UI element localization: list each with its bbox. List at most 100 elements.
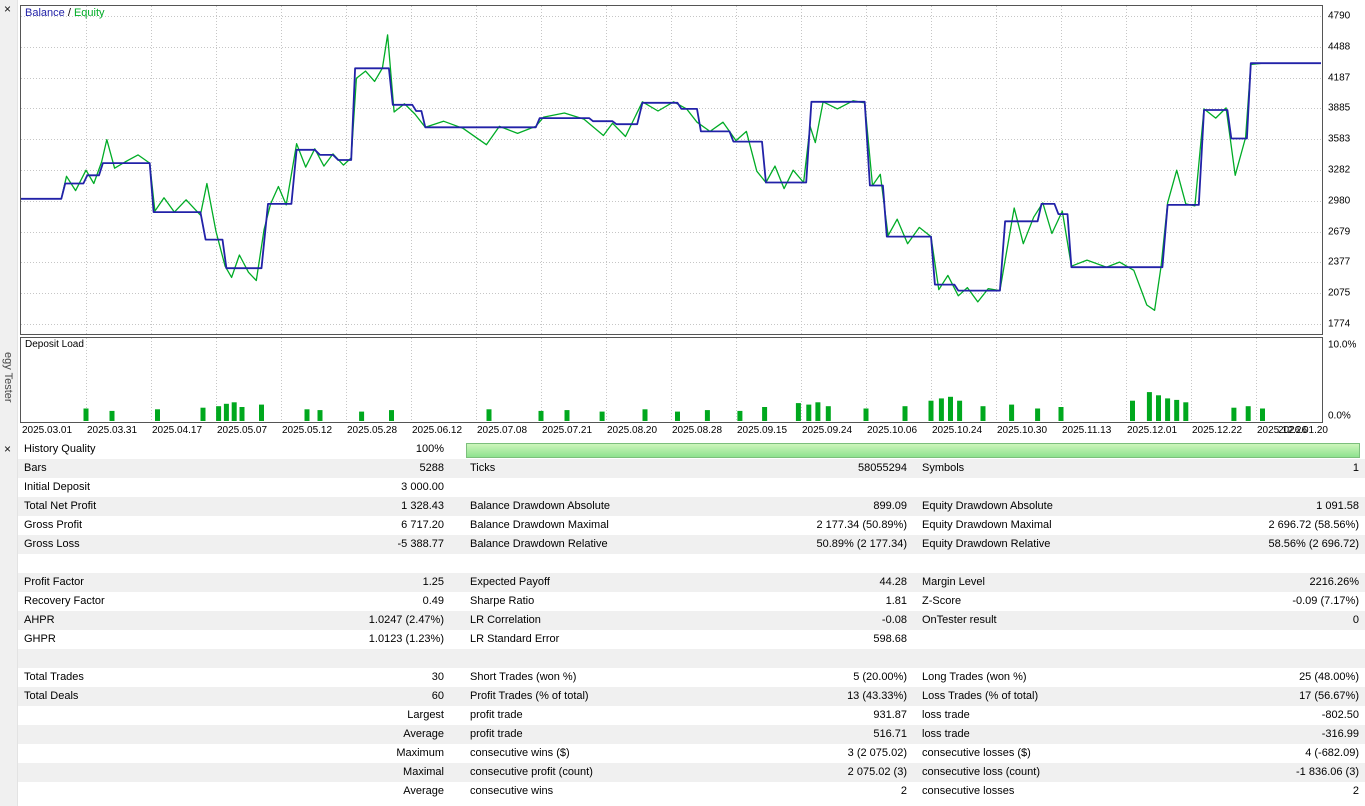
- stats-row: Maximumconsecutive wins ($)3 (2 075.02)c…: [18, 744, 1365, 763]
- stats-label: consecutive losses: [922, 782, 1187, 801]
- history-quality-progress-bar: [466, 443, 1360, 458]
- stats-label: Initial Deposit: [18, 478, 269, 497]
- stats-label: [18, 725, 269, 744]
- date-axis-label: 2025.03.31: [87, 425, 137, 436]
- stats-row: Initial Deposit3 000.00: [18, 478, 1365, 497]
- date-axis-label: 2025.04.17: [152, 425, 202, 436]
- stats-label: [922, 649, 1187, 668]
- stats-label: [18, 782, 269, 801]
- stats-value: 30: [269, 668, 444, 687]
- stats-value: 100%: [269, 440, 444, 459]
- stats-value: [269, 554, 444, 573]
- balance-equity-chart[interactable]: Balance / Equity: [20, 5, 1323, 335]
- stats-value: [1187, 630, 1365, 649]
- deposit-load-chart[interactable]: Deposit Load: [20, 337, 1323, 423]
- stats-value: 58055294: [730, 459, 907, 478]
- stats-value: -5 388.77: [269, 535, 444, 554]
- stats-value: 5 (20.00%): [730, 668, 907, 687]
- stats-value: 6 717.20: [269, 516, 444, 535]
- stats-row: Maximalconsecutive profit (count)2 075.0…: [18, 763, 1365, 782]
- stats-label: loss trade: [922, 706, 1187, 725]
- stats-value: 3 000.00: [269, 478, 444, 497]
- deposit-load-label: Deposit Load: [25, 339, 84, 350]
- stats-value: [1187, 478, 1365, 497]
- stats-value: Average: [269, 782, 444, 801]
- stats-label: consecutive loss (count): [922, 763, 1187, 782]
- price-axis-label: 2075: [1328, 288, 1350, 299]
- balance-legend-label: Balance: [25, 7, 65, 19]
- stats-label: [18, 706, 269, 725]
- stats-label: Z-Score: [922, 592, 1187, 611]
- stats-label: Sharpe Ratio: [470, 592, 730, 611]
- stats-value: 899.09: [730, 497, 907, 516]
- deposit-load-axis: 10.0%0.0%: [1323, 337, 1365, 423]
- stats-label: GHPR: [18, 630, 269, 649]
- stats-label: Total Trades: [18, 668, 269, 687]
- stats-table: History Quality100%Bars5288Ticks58055294…: [18, 440, 1365, 806]
- date-axis-label: 2025.03.01: [22, 425, 72, 436]
- stats-value: -0.09 (7.17%): [1187, 592, 1365, 611]
- stats-row: AHPR1.0247 (2.47%)LR Correlation-0.08OnT…: [18, 611, 1365, 630]
- stats-row: Total Trades30 Short Trades (won %)5 (20.…: [18, 668, 1365, 687]
- stats-value: [1187, 554, 1365, 573]
- date-axis-label: 2025.12.01: [1127, 425, 1177, 436]
- stats-row: History Quality100%: [18, 440, 1365, 459]
- stats-value: 0.49: [269, 592, 444, 611]
- stats-label: Ticks: [470, 459, 730, 478]
- strategy-tester-tab-label[interactable]: egy Tester: [2, 352, 14, 403]
- price-axis-label: 4187: [1328, 72, 1350, 83]
- stats-label: Total Net Profit: [18, 497, 269, 516]
- panel-close-button[interactable]: ×: [4, 3, 11, 15]
- stats-label: consecutive losses ($): [922, 744, 1187, 763]
- stats-label: LR Standard Error: [470, 630, 730, 649]
- stats-label: Equity Drawdown Maximal: [922, 516, 1187, 535]
- stats-label: Loss Trades (% of total): [922, 687, 1187, 706]
- date-axis-label: 2025.05.28: [347, 425, 397, 436]
- stats-value: [730, 554, 907, 573]
- stats-value: Largest: [269, 706, 444, 725]
- balance-equity-chart-row: Balance / Equity 47904488418738853583328…: [20, 5, 1365, 335]
- stats-label: [470, 649, 730, 668]
- stats-value: -1 836.06 (3): [1187, 763, 1365, 782]
- date-axis-label: 2025.09.24: [802, 425, 852, 436]
- date-axis-label: 2025.12.22: [1192, 425, 1242, 436]
- stats-row: Gross Profit6 717.20Balance Drawdown Max…: [18, 516, 1365, 535]
- stats-label: [470, 554, 730, 573]
- stats-value: 1: [1187, 459, 1365, 478]
- stats-value: 1 091.58: [1187, 497, 1365, 516]
- stats-value: Average: [269, 725, 444, 744]
- stats-label: profit trade: [470, 706, 730, 725]
- stats-label: AHPR: [18, 611, 269, 630]
- stats-value: 58.56% (2 696.72): [1187, 535, 1365, 554]
- stats-value: 2: [730, 782, 907, 801]
- date-axis-label: 2025.10.06: [867, 425, 917, 436]
- stats-label: Short Trades (won %): [470, 668, 730, 687]
- stats-label: Equity Drawdown Absolute: [922, 497, 1187, 516]
- stats-label: consecutive wins ($): [470, 744, 730, 763]
- stats-row: Profit Factor1.25Expected Payoff44.28Mar…: [18, 573, 1365, 592]
- stats-value: 1.0247 (2.47%): [269, 611, 444, 630]
- stats-value: 50.89% (2 177.34): [730, 535, 907, 554]
- stats-value: [730, 649, 907, 668]
- results-close-button[interactable]: ×: [4, 443, 11, 455]
- stats-value: 25 (48.00%): [1187, 668, 1365, 687]
- stats-value: [269, 649, 444, 668]
- stats-value: 516.71: [730, 725, 907, 744]
- stats-label: Margin Level: [922, 573, 1187, 592]
- stats-row: Total Deals60Profit Trades (% of total)1…: [18, 687, 1365, 706]
- stats-label: consecutive profit (count): [470, 763, 730, 782]
- stats-row: Gross Loss-5 388.77Balance Drawdown Rela…: [18, 535, 1365, 554]
- stats-value: [730, 478, 907, 497]
- stats-label: [18, 763, 269, 782]
- stats-value: 5288: [269, 459, 444, 478]
- stats-row: Recovery Factor0.49Sharpe Ratio1.81Z-Sco…: [18, 592, 1365, 611]
- deposit-load-axis-label: 0.0%: [1328, 411, 1351, 422]
- price-axis-label: 3583: [1328, 134, 1350, 145]
- price-axis-label: 4488: [1328, 41, 1350, 52]
- stats-value: 1.25: [269, 573, 444, 592]
- stats-value: 2216.26%: [1187, 573, 1365, 592]
- stats-value: -802.50: [1187, 706, 1365, 725]
- stats-label: History Quality: [18, 440, 269, 459]
- stats-row: [18, 649, 1365, 668]
- stats-row: Total Net Profit1 328.43Balance Drawdown…: [18, 497, 1365, 516]
